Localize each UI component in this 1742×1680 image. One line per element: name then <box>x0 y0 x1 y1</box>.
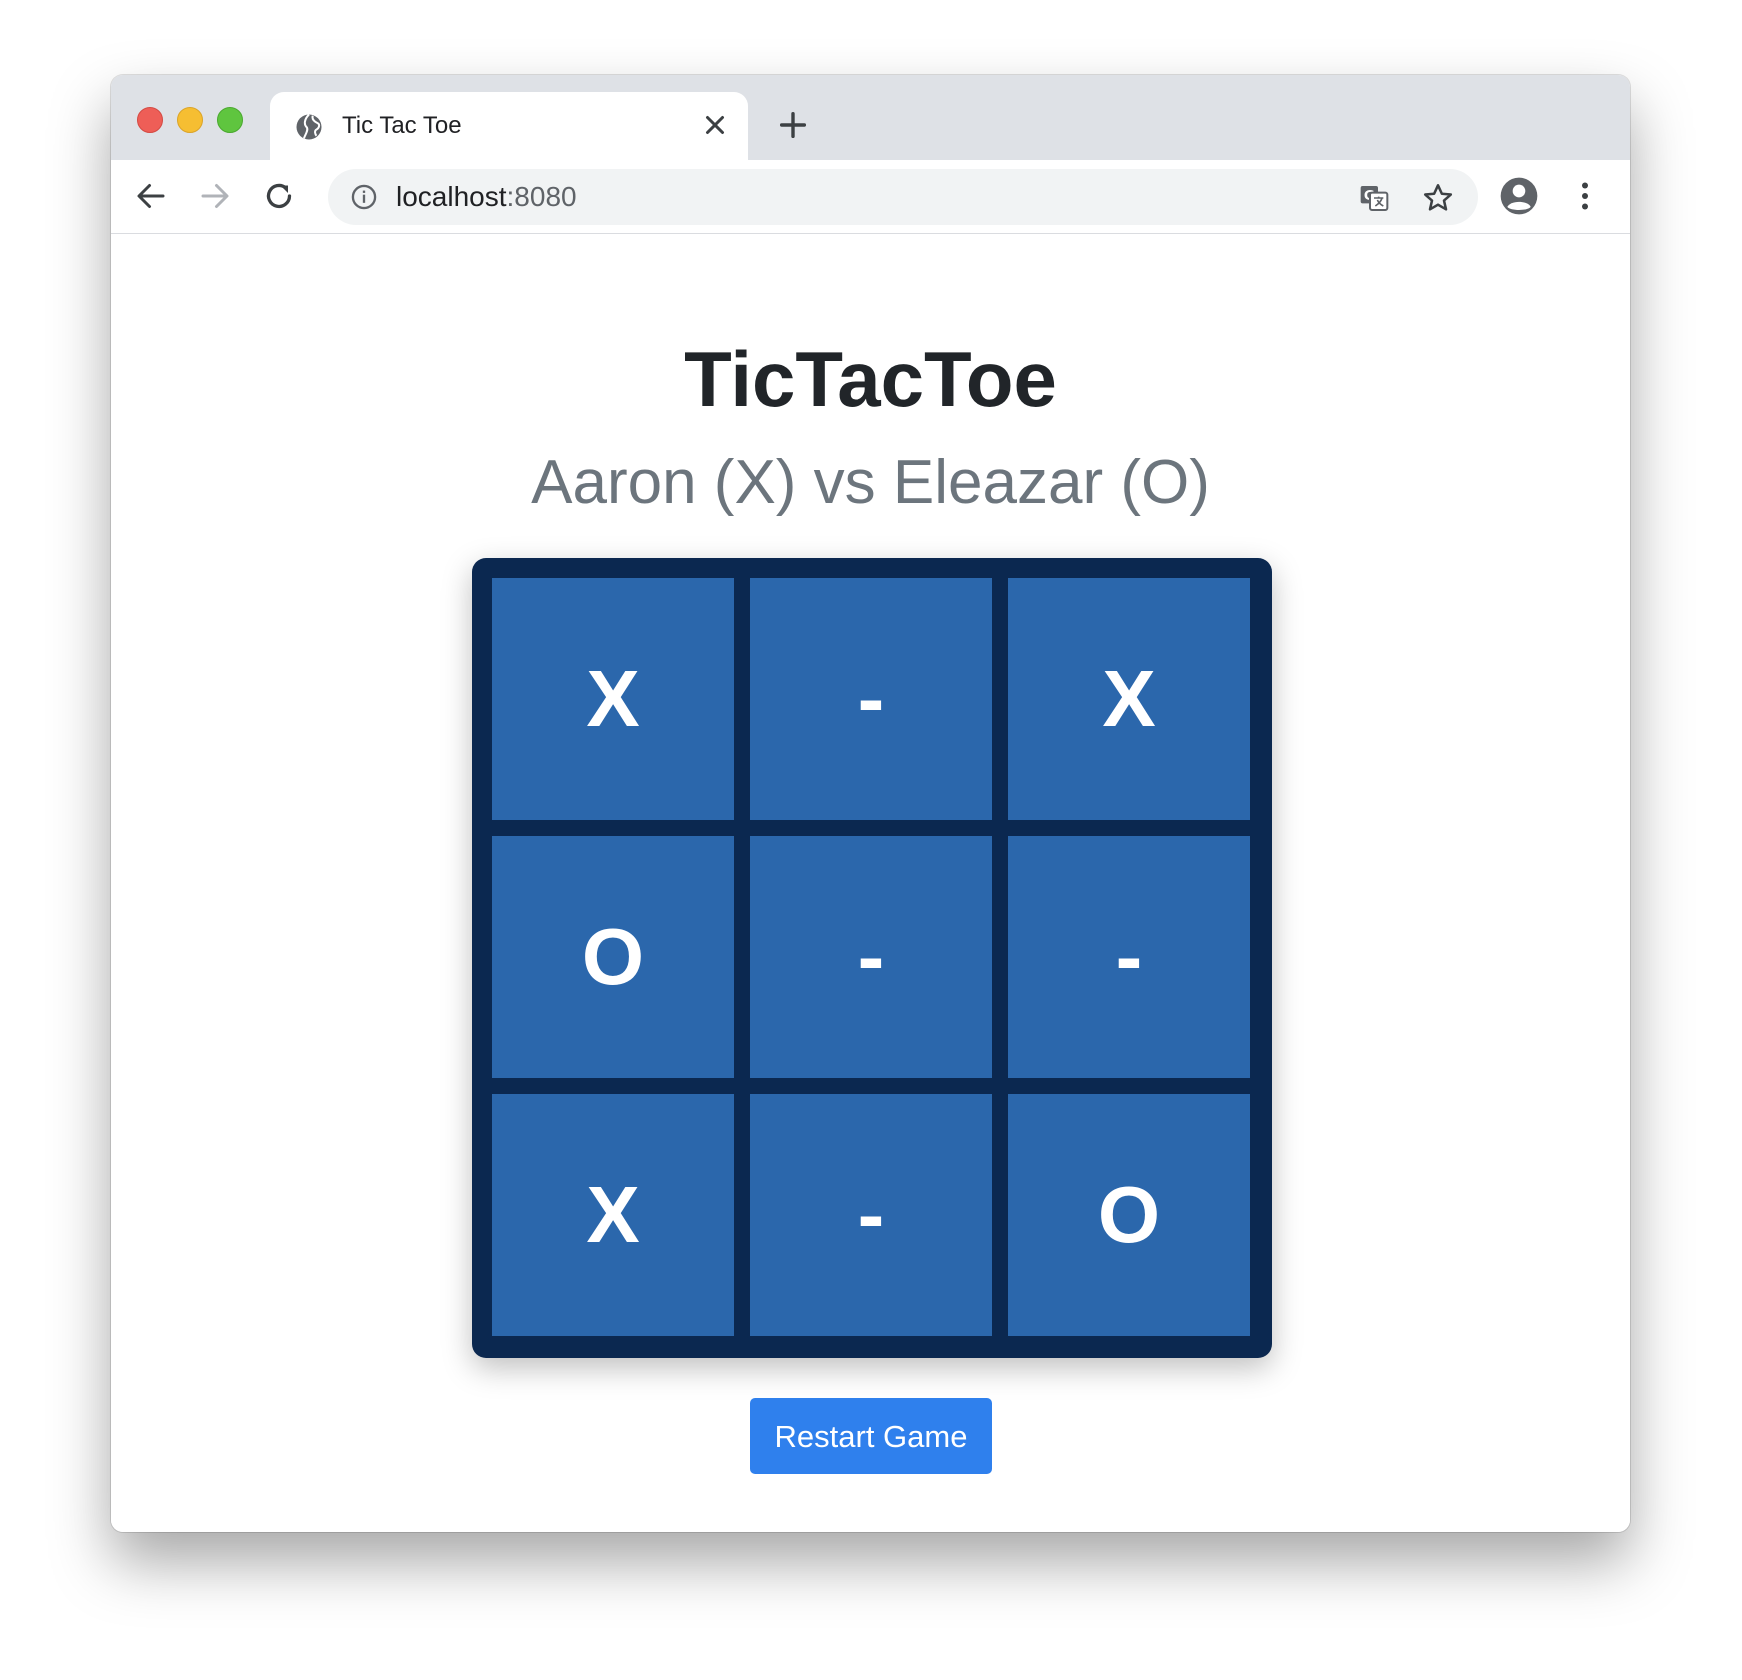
reload-icon[interactable] <box>261 178 297 214</box>
close-icon[interactable] <box>700 110 730 140</box>
players-subtitle: Aaron (X) vs Eleazar (O) <box>531 448 1210 517</box>
restart-game-button[interactable]: Restart Game <box>750 1398 992 1474</box>
browser-toolbar: localhost:8080 G <box>111 160 1630 234</box>
board-cell-3[interactable]: O <box>492 836 734 1078</box>
game-board: X - X O - - X - O <box>472 558 1272 1358</box>
board-cell-6[interactable]: X <box>492 1094 734 1336</box>
browser-tab[interactable]: Tic Tac Toe <box>270 92 748 160</box>
page-content: TicTacToe Aaron (X) vs Eleazar (O) X - X… <box>111 234 1630 1532</box>
board-cell-8[interactable]: O <box>1008 1094 1250 1336</box>
tab-strip: Tic Tac Toe <box>111 75 1630 160</box>
url-text[interactable]: localhost:8080 <box>396 182 577 212</box>
address-bar[interactable]: localhost:8080 G <box>328 169 1478 225</box>
board-cell-4[interactable]: - <box>750 836 992 1078</box>
board-cell-5[interactable]: - <box>1008 836 1250 1078</box>
minimize-window-button[interactable] <box>177 107 203 133</box>
maximize-window-button[interactable] <box>217 107 243 133</box>
forward-arrow-icon[interactable] <box>197 178 233 214</box>
back-arrow-icon[interactable] <box>133 178 169 214</box>
board-cell-7[interactable]: - <box>750 1094 992 1336</box>
url-port: :8080 <box>506 181 577 212</box>
translate-icon[interactable]: G <box>1358 182 1390 214</box>
board-cell-2[interactable]: X <box>1008 578 1250 820</box>
account-icon[interactable] <box>1499 176 1539 216</box>
plus-icon[interactable] <box>776 108 810 142</box>
globe-icon <box>296 113 322 140</box>
more-vert-icon[interactable] <box>1567 178 1603 214</box>
browser-window: Tic Tac Toe localhost:8080 TicTacToe Aar… <box>111 75 1630 1532</box>
star-icon[interactable] <box>1422 182 1454 214</box>
close-window-button[interactable] <box>137 107 163 133</box>
tab-title: Tic Tac Toe <box>342 112 462 139</box>
url-host: localhost <box>396 181 507 212</box>
board-cell-0[interactable]: X <box>492 578 734 820</box>
info-icon[interactable] <box>350 183 378 211</box>
board-cell-1[interactable]: - <box>750 578 992 820</box>
page-title: TicTacToe <box>684 335 1057 423</box>
